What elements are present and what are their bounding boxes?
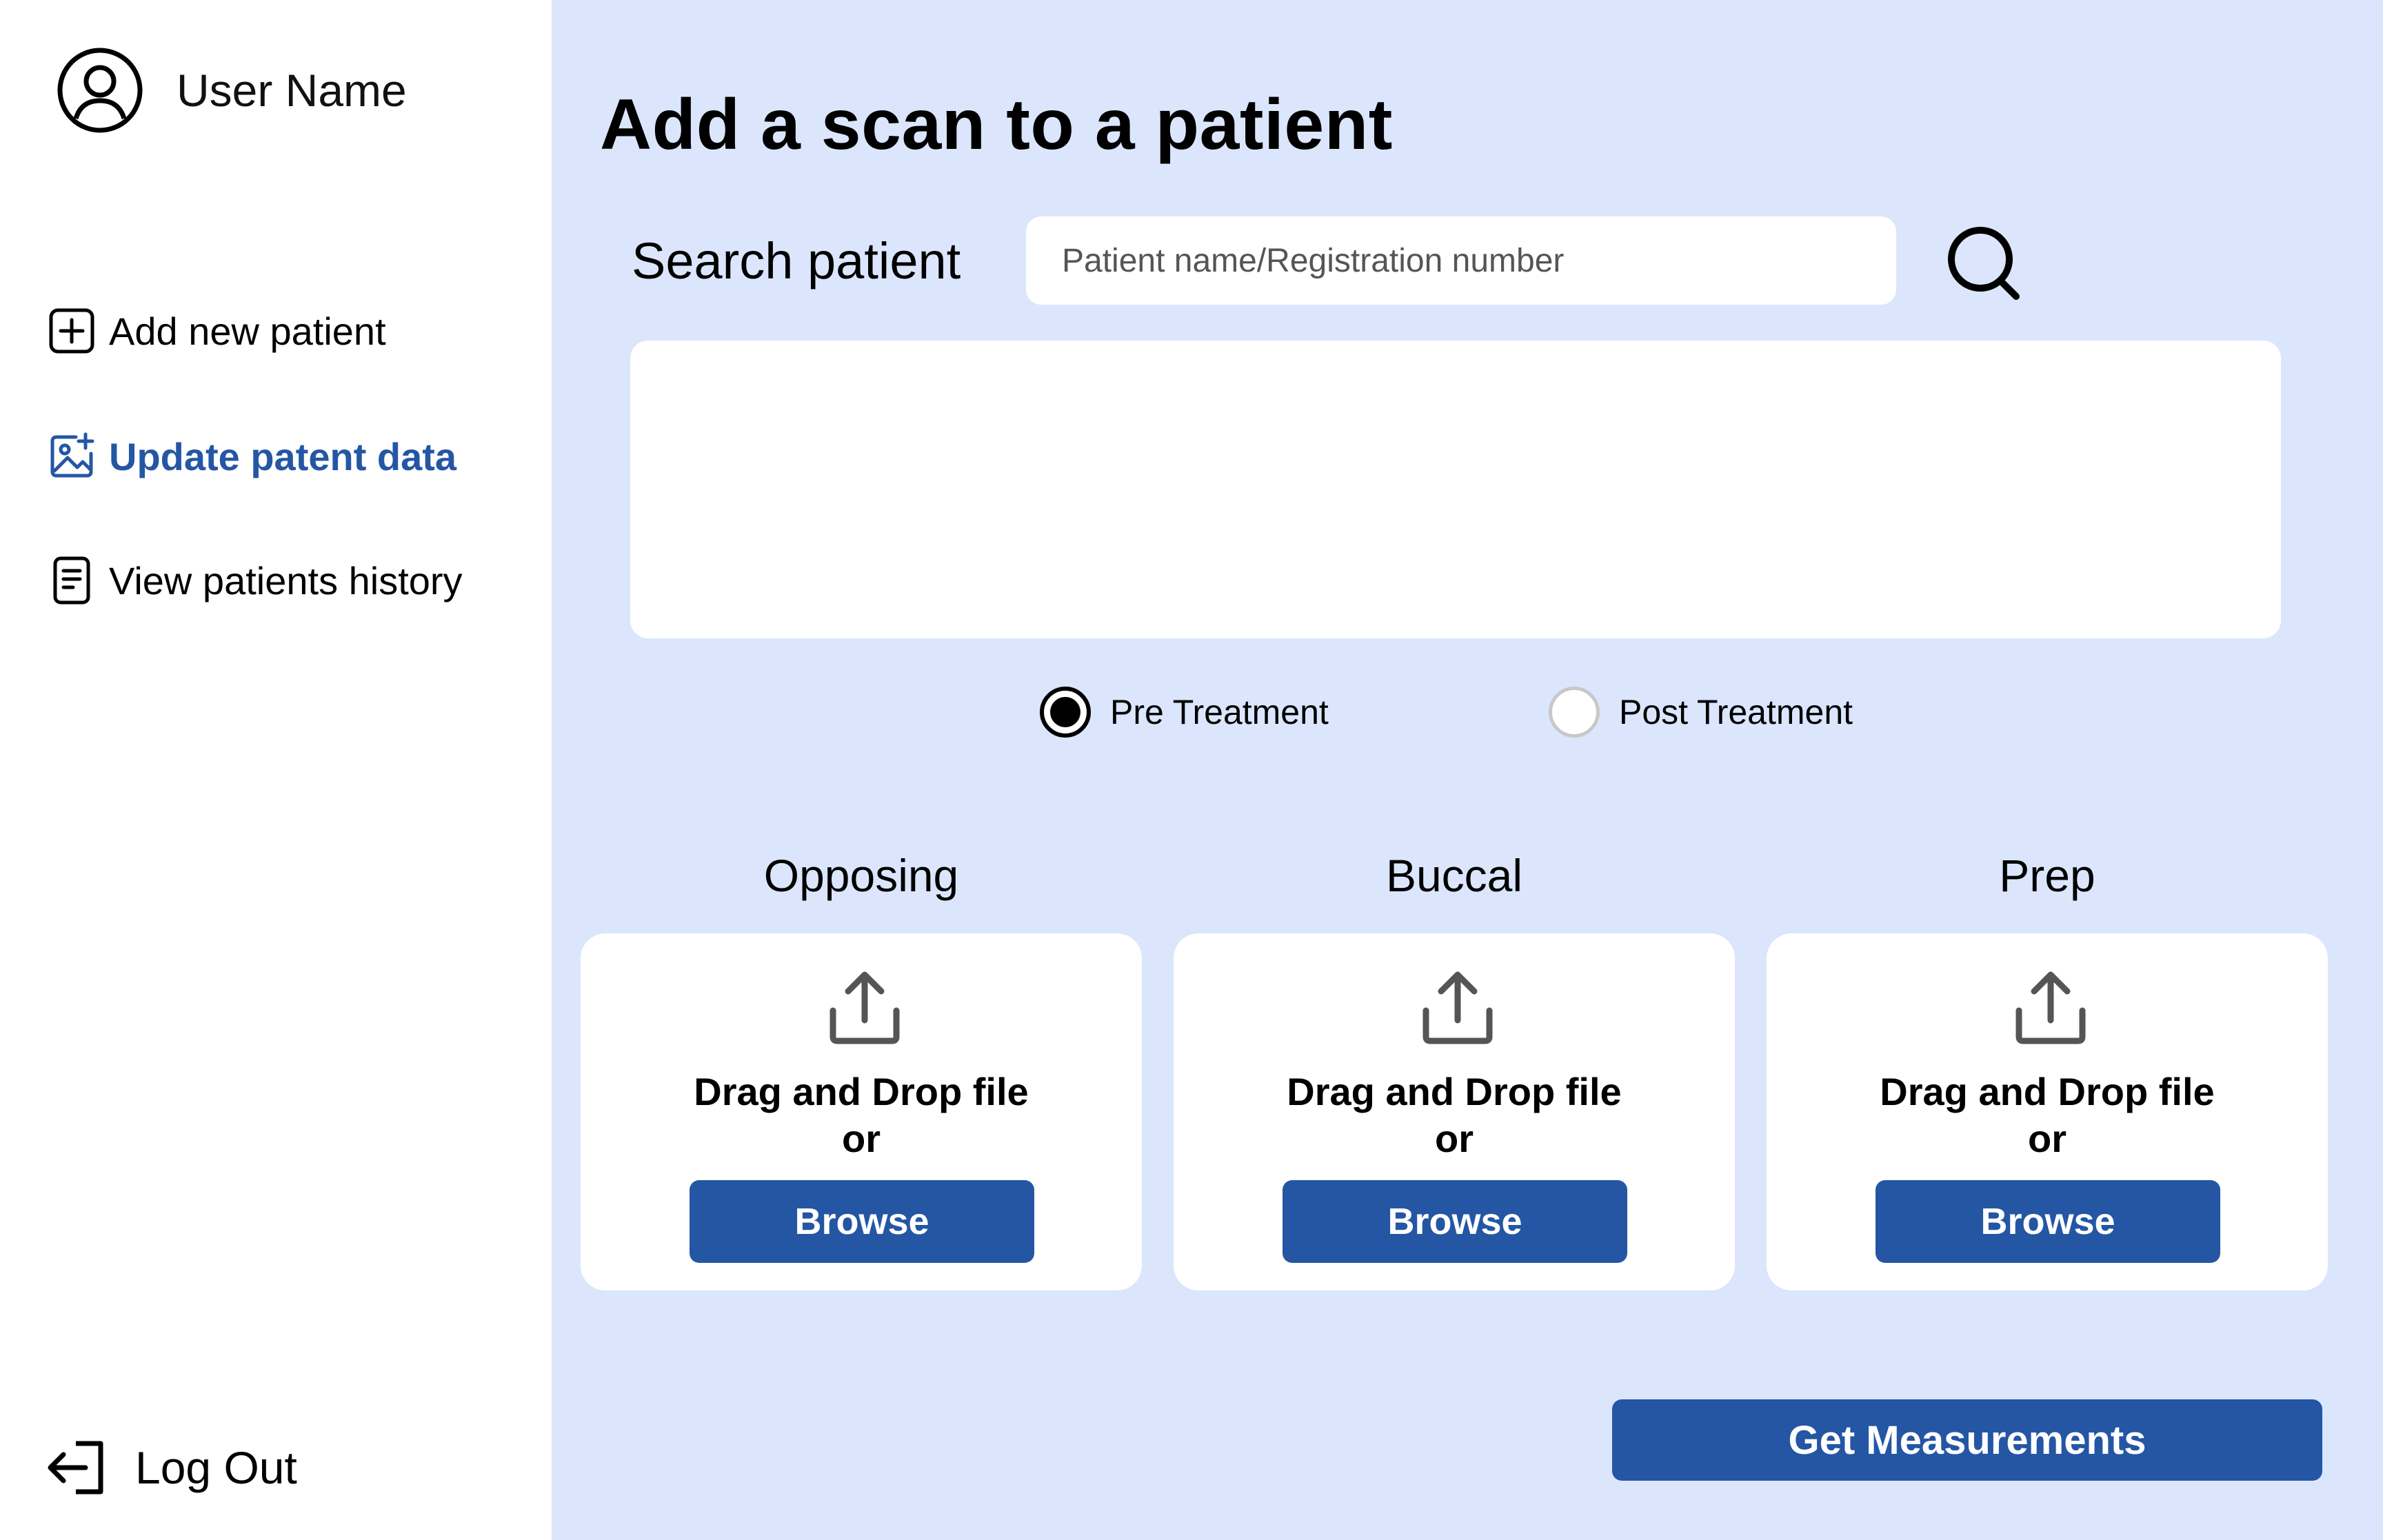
- sidebar-item-view-patients-history[interactable]: View patients history: [47, 556, 463, 605]
- upload-icon: [1422, 971, 1493, 1044]
- search-icon[interactable]: [1943, 222, 2026, 305]
- sidebar-item-add-new-patient[interactable]: Add new patient: [47, 306, 386, 356]
- radio-label: Post Treatment: [1619, 693, 1853, 731]
- drag-drop-text: Drag and Drop file or: [1767, 1068, 2328, 1162]
- radio-label: Pre Treatment: [1110, 693, 1329, 731]
- sidebar: User Name Add new patient Update patent …: [0, 0, 552, 1540]
- main-panel: Add a scan to a patient Search patient P…: [552, 0, 2383, 1540]
- upload-dropzone-opposing[interactable]: Drag and Drop file or Browse: [581, 933, 1142, 1290]
- document-icon: [53, 556, 90, 605]
- user-name: User Name: [177, 65, 407, 116]
- sidebar-item-label: Add new patient: [109, 309, 386, 353]
- logout-label: Log Out: [135, 1442, 297, 1493]
- plus-square-icon: [49, 308, 94, 354]
- upload-label-prep: Prep: [1999, 850, 2095, 901]
- browse-button-prep[interactable]: Browse: [1876, 1180, 2220, 1263]
- drag-drop-line: Drag and Drop file: [694, 1070, 1029, 1113]
- upload-label-buccal: Buccal: [1385, 850, 1523, 901]
- drag-drop-text: Drag and Drop file or: [1174, 1068, 1735, 1162]
- upload-icon: [2015, 971, 2086, 1044]
- sidebar-item-update-patient-data[interactable]: Update patent data: [47, 432, 456, 481]
- radio-post-treatment[interactable]: Post Treatment: [1549, 687, 1853, 738]
- radio-pre-treatment[interactable]: Pre Treatment: [1040, 687, 1329, 738]
- search-results-panel: [630, 341, 2281, 638]
- browse-button-buccal[interactable]: Browse: [1283, 1180, 1627, 1263]
- user-avatar-icon: [57, 48, 143, 133]
- sidebar-item-label: View patients history: [109, 558, 463, 602]
- search-label: Search patient: [632, 232, 961, 290]
- or-text: or: [2028, 1117, 2067, 1160]
- or-text: or: [1435, 1117, 1474, 1160]
- radio-button-unchecked[interactable]: [1549, 687, 1600, 738]
- logout-icon: [48, 1441, 103, 1495]
- browse-button-opposing[interactable]: Browse: [690, 1180, 1034, 1263]
- upload-label-opposing: Opposing: [763, 850, 959, 901]
- radio-button-checked[interactable]: [1040, 687, 1091, 738]
- image-plus-icon: [50, 432, 94, 478]
- user-profile[interactable]: User Name: [57, 47, 407, 134]
- page-title: Add a scan to a patient: [600, 85, 1393, 165]
- upload-icon: [829, 971, 900, 1044]
- search-input[interactable]: [1026, 216, 1896, 305]
- sidebar-item-label: Update patent data: [109, 434, 457, 478]
- drag-drop-line: Drag and Drop file: [1880, 1070, 2215, 1113]
- or-text: or: [842, 1117, 881, 1160]
- logout-button[interactable]: Log Out: [46, 1439, 297, 1496]
- drag-drop-text: Drag and Drop file or: [581, 1068, 1142, 1162]
- drag-drop-line: Drag and Drop file: [1287, 1070, 1622, 1113]
- get-measurements-button[interactable]: Get Measurements: [1612, 1399, 2322, 1481]
- upload-dropzone-prep[interactable]: Drag and Drop file or Browse: [1767, 933, 2328, 1290]
- upload-dropzone-buccal[interactable]: Drag and Drop file or Browse: [1174, 933, 1735, 1290]
